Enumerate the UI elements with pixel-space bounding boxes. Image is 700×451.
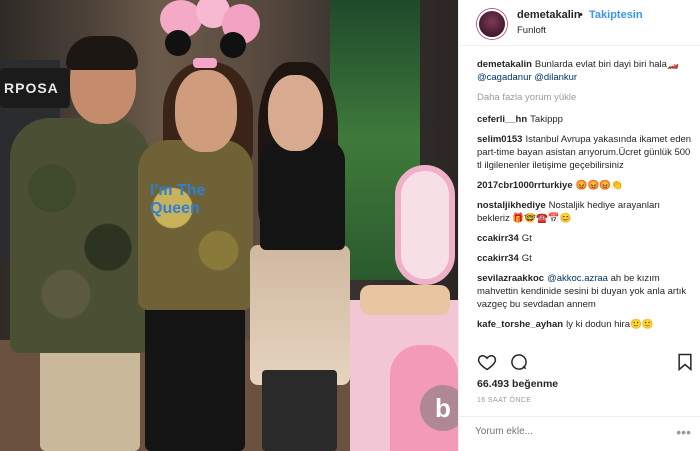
comment-username[interactable]: selim0153 <box>477 134 522 145</box>
fringe-skirt <box>250 245 350 385</box>
heart-icon[interactable] <box>477 352 497 372</box>
add-comment-bar: ••• <box>459 416 700 451</box>
comment-username[interactable]: ceferli__hn <box>477 114 527 125</box>
mouse-ear <box>165 30 191 56</box>
black-top <box>260 140 345 250</box>
list-item: kafe_torshe_ayhan ly ki dodun hira🙂🙂 <box>477 318 693 331</box>
username-link[interactable]: demetakalin <box>517 9 581 21</box>
comment-text: Takippp <box>530 114 563 125</box>
comment-username[interactable]: kafe_torshe_ayhan <box>477 319 563 330</box>
comment-input[interactable] <box>475 426 655 437</box>
avatar[interactable] <box>477 9 507 39</box>
more-options-icon[interactable]: ••• <box>676 424 691 440</box>
shirt-print: I'm The Queen <box>150 182 206 217</box>
comment-text: Gt <box>521 233 532 244</box>
list-item: ceferli__hn Takippp <box>477 113 693 126</box>
post-photo[interactable]: RPOSA I'm The Queen b <box>0 0 458 451</box>
man-camo-shirt <box>10 118 150 353</box>
mouse-ear <box>220 32 246 58</box>
man-hair <box>66 36 138 70</box>
comment-username[interactable]: 2017cbr1000rrturkiye <box>477 180 573 191</box>
caption-username[interactable]: demetakalin <box>477 59 532 70</box>
mention-link[interactable]: @dilankur <box>534 72 577 83</box>
woman-right-face <box>268 75 323 151</box>
cupcakes <box>360 285 450 315</box>
comment-text: ly ki dodun hira🙂🙂 <box>566 319 654 330</box>
list-item: 2017cbr1000rrturkiye 😡😡😡👏 <box>477 179 693 192</box>
comments-list: demetakalin Bunlarda evlat biri dayi biri… <box>477 58 693 338</box>
background-sign: RPOSA <box>0 68 70 108</box>
load-more-comments-link[interactable]: Daha fazla yorum yükle <box>477 91 693 104</box>
mention-link[interactable]: @akkoc.azraa <box>547 273 608 284</box>
timestamp: 16 SAAT ÖNCE <box>477 397 532 404</box>
comment-username[interactable]: ccakirr34 <box>477 233 519 244</box>
comment-username[interactable]: ccakirr34 <box>477 253 519 264</box>
comment-icon[interactable] <box>509 352 529 372</box>
comment-username[interactable]: sevilazraakkoc <box>477 273 544 284</box>
like-count[interactable]: 66.493 beğenme <box>477 378 558 390</box>
woman-center-face <box>175 70 237 152</box>
post-header: demetakalin • Takiptesin Funloft <box>459 0 700 46</box>
pink-bow <box>193 58 217 68</box>
list-item: selim0153 Istanbul Avrupa yakasında ikame… <box>477 133 693 172</box>
post-side-panel: demetakalin • Takiptesin Funloft demetak… <box>458 0 700 451</box>
list-item: sevilazraakkoc @akkoc.azraa ah be kızım m… <box>477 272 693 311</box>
woman-center-trousers <box>145 300 245 451</box>
mention-link[interactable]: @cagadanur <box>477 72 532 83</box>
comment-text: Gt <box>521 253 532 264</box>
list-item: ccakirr34 Gt <box>477 252 693 265</box>
action-bar <box>477 352 693 372</box>
location-link[interactable]: Funloft <box>517 25 546 36</box>
b-logo-watermark-icon: b <box>420 385 458 431</box>
bookmark-icon[interactable] <box>675 352 695 372</box>
fishnet-legs <box>262 370 337 451</box>
comment-username[interactable]: nostaljikhediye <box>477 200 546 211</box>
following-button[interactable]: Takiptesin <box>589 9 643 21</box>
caption: demetakalin Bunlarda evlat biri dayi biri… <box>477 58 693 84</box>
list-item: ccakirr34 Gt <box>477 232 693 245</box>
bunny-decoration <box>395 165 455 285</box>
separator-dot: • <box>579 9 583 21</box>
caption-text: Bunlarda evlat biri dayi biri hala🏎️ <box>534 59 679 70</box>
list-item: nostaljikhediye Nostaljik hediye arayanla… <box>477 199 693 225</box>
comment-text: 😡😡😡👏 <box>575 180 623 191</box>
